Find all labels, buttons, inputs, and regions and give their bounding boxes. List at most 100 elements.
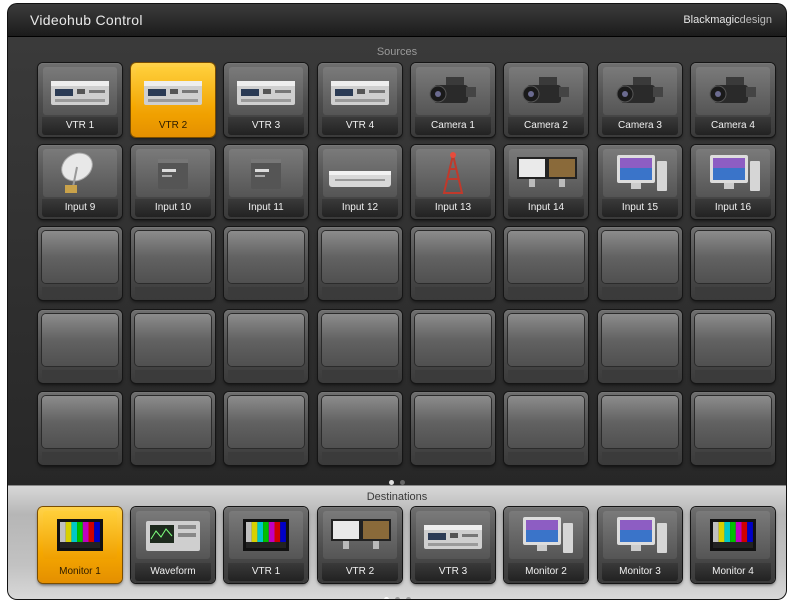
computer-monitor-icon	[603, 511, 677, 559]
empty-slot-footer	[42, 287, 118, 297]
empty-source-slot[interactable]	[598, 392, 682, 465]
source-tile[interactable]: Camera 4	[691, 63, 775, 137]
source-tile[interactable]: VTR 4	[318, 63, 402, 137]
empty-slot-face	[508, 314, 584, 366]
empty-source-slot[interactable]	[504, 310, 588, 383]
empty-source-slot[interactable]	[691, 310, 775, 383]
empty-slot-footer	[695, 452, 771, 462]
empty-source-slot[interactable]	[504, 227, 588, 300]
empty-slot-footer	[42, 452, 118, 462]
destination-tile-label: Monitor 3	[602, 563, 678, 581]
source-tile-label: Input 10	[135, 199, 211, 217]
source-tile[interactable]: Input 15	[598, 145, 682, 219]
empty-slot-footer	[602, 452, 678, 462]
source-tile[interactable]: Input 13	[411, 145, 495, 219]
destination-tile[interactable]: VTR 2	[318, 507, 402, 583]
empty-source-slot[interactable]	[131, 227, 215, 300]
title-bar: Videohub Control Blackmagicdesign	[8, 4, 786, 37]
empty-slot-footer	[415, 370, 491, 380]
destination-tile[interactable]: Waveform	[131, 507, 215, 583]
empty-source-slot[interactable]	[504, 392, 588, 465]
empty-slot-face	[42, 314, 118, 366]
source-tile-label: Input 16	[695, 199, 771, 217]
empty-slot-face	[42, 231, 118, 283]
empty-source-slot[interactable]	[411, 310, 495, 383]
empty-source-slot[interactable]	[318, 227, 402, 300]
page-dot[interactable]	[405, 597, 411, 599]
empty-source-slot[interactable]	[224, 227, 308, 300]
page-dot[interactable]	[394, 597, 400, 599]
source-tile[interactable]: Input 10	[131, 145, 215, 219]
empty-slot-face	[695, 231, 771, 283]
destination-tile-label: Monitor 2	[508, 563, 584, 581]
source-tile[interactable]: Camera 2	[504, 63, 588, 137]
destination-tile[interactable]: Monitor 3	[598, 507, 682, 583]
destinations-page-indicator[interactable]	[8, 589, 786, 599]
source-tile[interactable]: Camera 3	[598, 63, 682, 137]
empty-slot-face	[322, 231, 398, 283]
vtr-deck-icon	[323, 67, 397, 115]
source-tile-label: VTR 1	[42, 117, 118, 135]
destination-tile[interactable]: Monitor 2	[504, 507, 588, 583]
source-tile[interactable]: Camera 1	[411, 63, 495, 137]
empty-slot-footer	[135, 370, 211, 380]
empty-source-slot[interactable]	[318, 310, 402, 383]
empty-slot-footer	[228, 370, 304, 380]
destination-tile-label: Waveform	[135, 563, 211, 581]
page-dot[interactable]	[383, 597, 389, 599]
destination-tile[interactable]: Monitor 1	[38, 507, 122, 583]
empty-source-slot[interactable]	[131, 392, 215, 465]
source-tile[interactable]: Input 12	[318, 145, 402, 219]
vtr-deck-icon	[43, 67, 117, 115]
videohub-window: Videohub Control Blackmagicdesign Source…	[8, 4, 786, 599]
empty-slot-face	[695, 314, 771, 366]
empty-slot-face	[415, 396, 491, 448]
computer-monitor-icon	[696, 149, 770, 197]
empty-source-slot[interactable]	[691, 392, 775, 465]
empty-slot-footer	[602, 370, 678, 380]
sources-panel: Sources VTR 1 VTR 2 VTR 3 VTR 4 Camera 1 Came…	[8, 37, 786, 485]
empty-slot-footer	[228, 452, 304, 462]
empty-slot-footer	[695, 287, 771, 297]
source-tile[interactable]: VTR 1	[38, 63, 122, 137]
computer-monitor-icon	[509, 511, 583, 559]
empty-source-slot[interactable]	[38, 227, 122, 300]
destination-tile[interactable]: Monitor 4	[691, 507, 775, 583]
source-tile[interactable]: Input 14	[504, 145, 588, 219]
dual-monitor-icon	[323, 511, 397, 559]
destination-tile-label: VTR 1	[228, 563, 304, 581]
empty-source-slot[interactable]	[691, 227, 775, 300]
source-tile[interactable]: Input 9	[38, 145, 122, 219]
destinations-heading: Destinations	[366, 491, 428, 503]
color-bars-monitor-icon	[43, 511, 117, 559]
source-tile[interactable]: VTR 2	[131, 63, 215, 137]
source-tile[interactable]: Input 16	[691, 145, 775, 219]
computer-monitor-icon	[603, 149, 677, 197]
empty-source-slot[interactable]	[318, 392, 402, 465]
empty-source-slot[interactable]	[38, 310, 122, 383]
destination-tile[interactable]: VTR 3	[411, 507, 495, 583]
empty-slot-footer	[322, 370, 398, 380]
empty-source-slot[interactable]	[598, 310, 682, 383]
empty-source-slot[interactable]	[411, 392, 495, 465]
empty-slot-footer	[135, 287, 211, 297]
empty-slot-face	[508, 231, 584, 283]
empty-slot-face	[322, 314, 398, 366]
source-tile-label: Camera 1	[415, 117, 491, 135]
empty-slot-footer	[42, 370, 118, 380]
source-tile[interactable]: Input 11	[224, 145, 308, 219]
empty-slot-footer	[602, 287, 678, 297]
destination-tile[interactable]: VTR 1	[224, 507, 308, 583]
empty-source-slot[interactable]	[224, 310, 308, 383]
empty-slot-footer	[508, 370, 584, 380]
empty-slot-face	[602, 396, 678, 448]
empty-slot-face	[135, 396, 211, 448]
empty-slot-footer	[415, 287, 491, 297]
empty-source-slot[interactable]	[38, 392, 122, 465]
empty-source-slot[interactable]	[411, 227, 495, 300]
source-tile[interactable]: VTR 3	[224, 63, 308, 137]
empty-source-slot[interactable]	[131, 310, 215, 383]
empty-source-slot[interactable]	[598, 227, 682, 300]
empty-slot-footer	[228, 287, 304, 297]
empty-source-slot[interactable]	[224, 392, 308, 465]
